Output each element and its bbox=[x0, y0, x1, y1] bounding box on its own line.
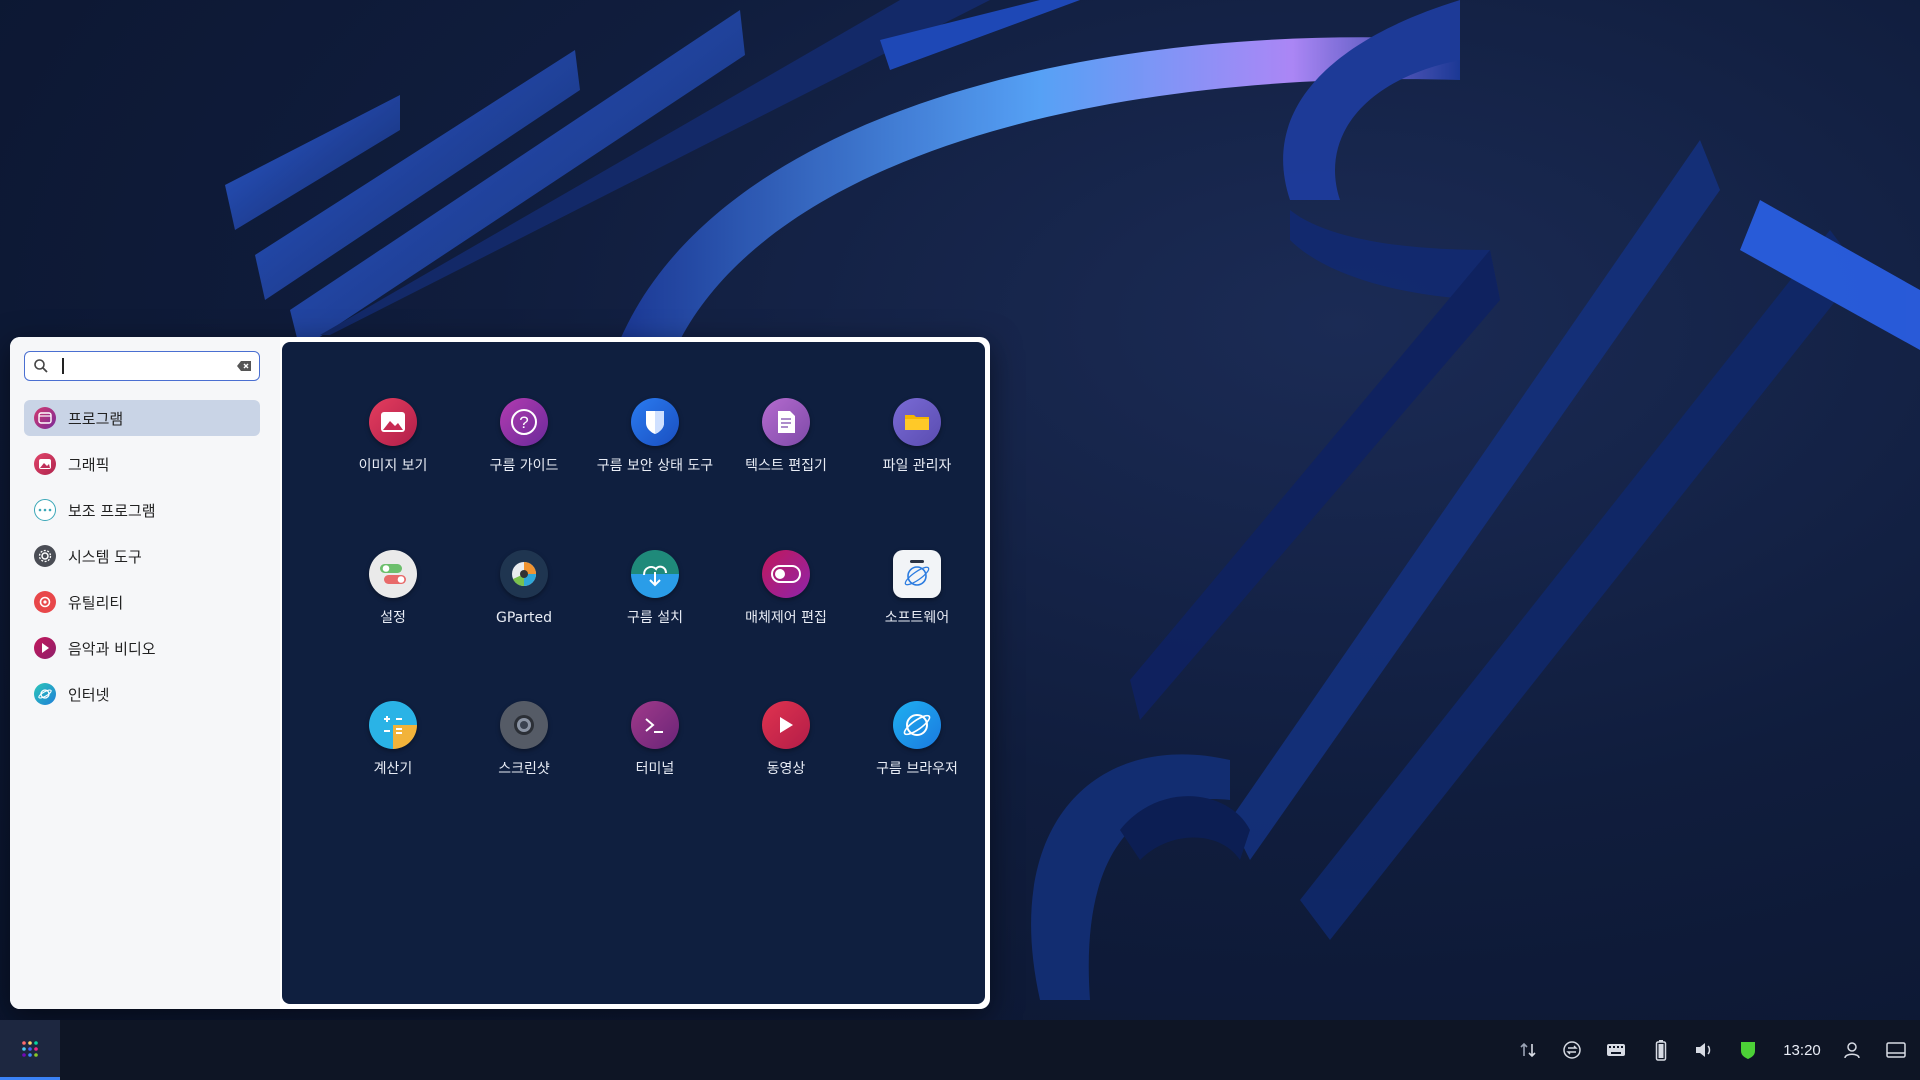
battery-button[interactable] bbox=[1645, 1020, 1677, 1080]
app-terminal[interactable]: 터미널 bbox=[590, 701, 720, 777]
category-music-video[interactable]: 음악과 비디오 bbox=[24, 630, 260, 666]
gparted-icon bbox=[500, 550, 548, 598]
app-label: GParted bbox=[496, 610, 552, 626]
programs-icon bbox=[34, 407, 56, 429]
app-grid-icon bbox=[22, 1040, 38, 1057]
category-label: 음악과 비디오 bbox=[68, 639, 156, 658]
app-label: 스크린샷 bbox=[498, 761, 550, 777]
app-calculator[interactable]: 계산기 bbox=[328, 701, 458, 777]
user-button[interactable] bbox=[1836, 1020, 1868, 1080]
terminal-icon bbox=[631, 701, 679, 749]
keyboard-icon bbox=[1607, 1044, 1625, 1056]
security-shield-icon bbox=[631, 398, 679, 446]
video-player-icon bbox=[762, 701, 810, 749]
internet-icon bbox=[34, 683, 56, 705]
battery-icon bbox=[1655, 1040, 1667, 1061]
sync-icon bbox=[1563, 1041, 1581, 1059]
installer-icon bbox=[631, 550, 679, 598]
volume-icon bbox=[1696, 1043, 1711, 1057]
category-label: 시스템 도구 bbox=[68, 547, 142, 566]
volume-button[interactable] bbox=[1688, 1020, 1720, 1080]
category-graphics[interactable]: 그래픽 bbox=[24, 446, 260, 482]
category-internet[interactable]: 인터넷 bbox=[24, 676, 260, 712]
media-control-toggle-icon bbox=[762, 550, 810, 598]
music-video-icon bbox=[34, 637, 56, 659]
accessories-icon bbox=[34, 499, 56, 521]
app-text-editor[interactable]: 텍스트 편집기 bbox=[721, 398, 851, 474]
category-label: 인터넷 bbox=[68, 685, 110, 704]
svg-text:?: ? bbox=[519, 413, 528, 432]
app-gparted[interactable]: GParted bbox=[459, 550, 589, 626]
app-browser[interactable]: 구름 브라우저 bbox=[852, 701, 982, 777]
utilities-icon bbox=[34, 591, 56, 613]
category-programs[interactable]: 프로그램 bbox=[24, 400, 260, 436]
app-screenshot[interactable]: 스크린샷 bbox=[459, 701, 589, 777]
launcher-sidebar: 프로그램 그래픽 보조 프로그램 시스템 도구 유틸리티 음악과 비디오 인터넷 bbox=[10, 337, 280, 1009]
help-guide-icon: ? bbox=[500, 398, 548, 446]
app-file-manager[interactable]: 파일 관리자 bbox=[852, 398, 982, 474]
security-status-button[interactable] bbox=[1732, 1020, 1764, 1080]
app-label: 설정 bbox=[380, 610, 406, 626]
text-editor-icon bbox=[762, 398, 810, 446]
show-desktop-icon bbox=[1886, 1042, 1906, 1058]
network-transfer-icon bbox=[1520, 1042, 1536, 1058]
keyboard-button[interactable] bbox=[1600, 1020, 1632, 1080]
search-box[interactable] bbox=[24, 351, 260, 381]
folder-icon bbox=[893, 398, 941, 446]
app-software[interactable]: 소프트웨어 bbox=[852, 550, 982, 626]
category-label: 유틸리티 bbox=[68, 593, 124, 612]
app-help-guide[interactable]: ? 구름 가이드 bbox=[459, 398, 589, 474]
app-security-tool[interactable]: 구름 보안 상태 도구 bbox=[590, 398, 720, 474]
security-shield-icon bbox=[1741, 1042, 1755, 1059]
image-viewer-icon bbox=[369, 398, 417, 446]
app-label: 파일 관리자 bbox=[882, 458, 952, 474]
app-label: 이미지 보기 bbox=[358, 458, 428, 474]
clock-time: 13:20 bbox=[1783, 1041, 1821, 1059]
graphics-icon bbox=[34, 453, 56, 475]
clock[interactable]: 13:20 bbox=[1774, 1020, 1830, 1080]
app-media-control[interactable]: 매체제어 편집 bbox=[721, 550, 851, 626]
app-label: 매체제어 편집 bbox=[745, 610, 827, 626]
screenshot-icon bbox=[500, 701, 548, 749]
app-label: 터미널 bbox=[635, 761, 675, 777]
app-video-player[interactable]: 동영상 bbox=[721, 701, 851, 777]
category-accessories[interactable]: 보조 프로그램 bbox=[24, 492, 260, 528]
sync-button[interactable] bbox=[1556, 1020, 1588, 1080]
text-caret bbox=[62, 358, 64, 374]
app-installer[interactable]: 구름 설치 bbox=[590, 550, 720, 626]
app-label: 동영상 bbox=[766, 761, 806, 777]
app-label: 계산기 bbox=[373, 761, 413, 777]
app-label: 구름 설치 bbox=[627, 610, 683, 626]
app-grid-panel: 이미지 보기 ? 구름 가이드 구름 보안 상태 도구 텍스트 편집기 파일 관… bbox=[282, 342, 985, 1004]
category-label: 그래픽 bbox=[68, 455, 110, 474]
category-system-tools[interactable]: 시스템 도구 bbox=[24, 538, 260, 574]
category-label: 프로그램 bbox=[68, 409, 124, 428]
app-label: 구름 브라우저 bbox=[876, 761, 958, 777]
show-desktop-button[interactable] bbox=[1880, 1020, 1912, 1080]
category-label: 보조 프로그램 bbox=[68, 501, 156, 520]
app-label: 구름 보안 상태 도구 bbox=[596, 458, 714, 474]
system-tools-icon bbox=[34, 545, 56, 567]
settings-toggles-icon bbox=[369, 550, 417, 598]
app-image-viewer[interactable]: 이미지 보기 bbox=[328, 398, 458, 474]
clear-search-icon[interactable] bbox=[236, 360, 252, 372]
app-label: 소프트웨어 bbox=[884, 610, 950, 626]
calculator-icon bbox=[369, 701, 417, 749]
app-settings[interactable]: 설정 bbox=[328, 550, 458, 626]
search-icon bbox=[34, 359, 48, 373]
user-icon bbox=[1844, 1042, 1860, 1059]
category-utilities[interactable]: 유틸리티 bbox=[24, 584, 260, 620]
taskbar: 13:20 bbox=[0, 1020, 1920, 1080]
app-label: 텍스트 편집기 bbox=[745, 458, 827, 474]
search-input[interactable] bbox=[61, 354, 225, 380]
network-transfer-button[interactable] bbox=[1512, 1020, 1544, 1080]
start-button[interactable] bbox=[0, 1020, 60, 1080]
software-store-icon bbox=[893, 550, 941, 598]
app-launcher-menu: 프로그램 그래픽 보조 프로그램 시스템 도구 유틸리티 음악과 비디오 인터넷… bbox=[10, 337, 990, 1009]
app-label: 구름 가이드 bbox=[489, 458, 559, 474]
browser-icon bbox=[893, 701, 941, 749]
